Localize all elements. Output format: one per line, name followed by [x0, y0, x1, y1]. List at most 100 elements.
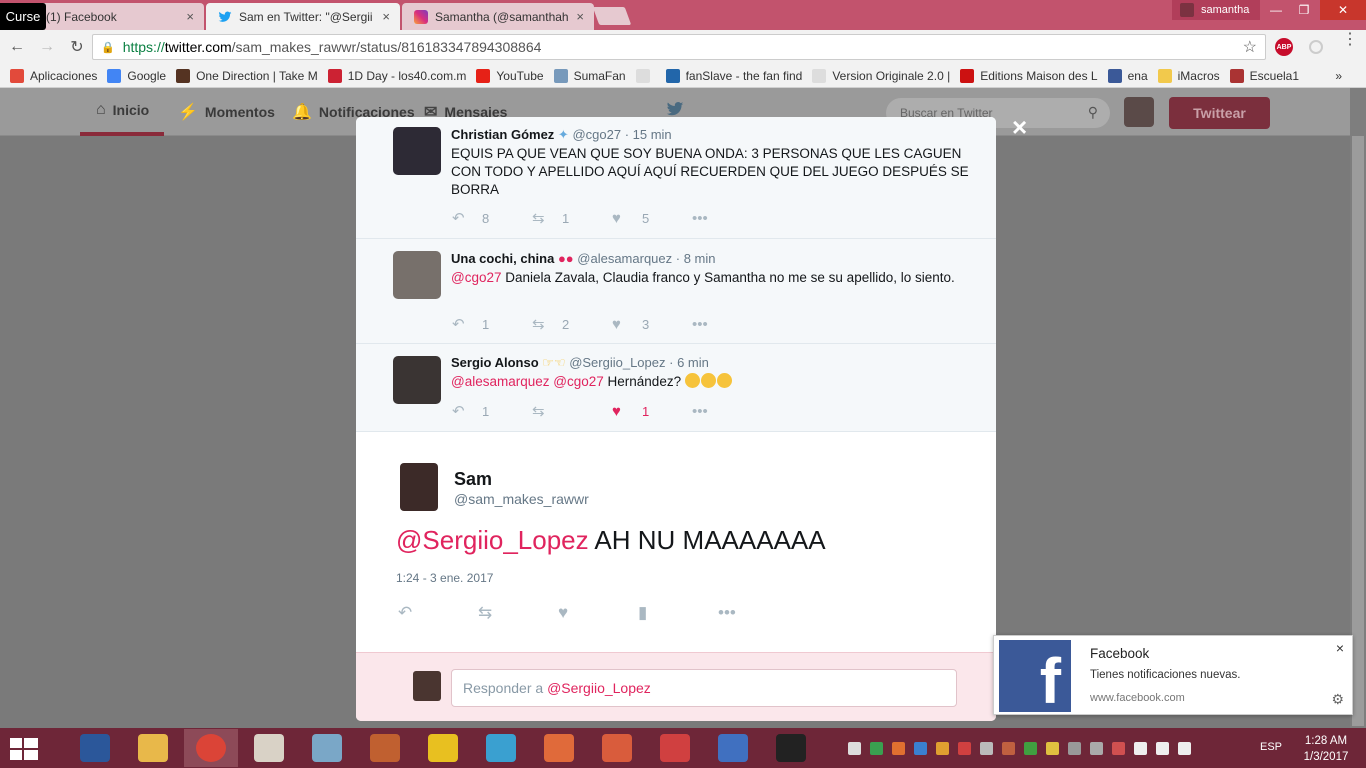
tweet-avatar[interactable]: [393, 356, 441, 404]
tweet-author-handle[interactable]: @alesamarquez: [577, 251, 672, 266]
retweet-button[interactable]: ⇆ 2: [532, 315, 612, 333]
context-tweet[interactable]: Una cochi, china ●● @alesamarquez · 8 mi…: [356, 239, 996, 344]
mention-link[interactable]: @cgo27: [553, 374, 604, 389]
more-button[interactable]: •••: [718, 603, 798, 623]
taskbar-app-blue-icon[interactable]: [474, 729, 528, 767]
taskbar-file-explorer-icon[interactable]: [126, 729, 180, 767]
bookmark-item[interactable]: Version Originale 2.0 |: [812, 68, 950, 83]
chrome-menu-icon[interactable]: ⋮: [1342, 32, 1358, 48]
nav-home[interactable]: ⌂ Inicio: [80, 88, 164, 136]
like-button[interactable]: ♥: [558, 603, 638, 623]
tray-app-icon[interactable]: [980, 741, 993, 755]
context-tweet[interactable]: Sergio Alonso ☞☜ @Sergiio_Lopez · 6 min …: [356, 344, 996, 432]
tweet-time[interactable]: · 15 min: [625, 127, 672, 142]
tweet-time[interactable]: · 6 min: [669, 355, 709, 370]
taskbar-paint-icon[interactable]: [416, 729, 470, 767]
tweet-author-name[interactable]: Christian Gómez: [451, 127, 554, 142]
extension-icon[interactable]: [1309, 40, 1323, 54]
clock[interactable]: 1:28 AM 1/3/2017: [1293, 733, 1359, 765]
new-tab-button[interactable]: [592, 7, 632, 25]
tray-app-icon[interactable]: [936, 741, 949, 755]
bookmark-item[interactable]: Google: [107, 68, 166, 83]
mention-link[interactable]: @alesamarquez: [451, 374, 550, 389]
bookmark-item[interactable]: iMacros: [1157, 68, 1220, 83]
taskbar-sync-icon[interactable]: [706, 729, 760, 767]
bookmark-item[interactable]: YouTube: [476, 68, 544, 83]
taskbar-downloader-icon[interactable]: [648, 729, 702, 767]
bookmark-item[interactable]: Editions Maison des L: [960, 68, 1098, 83]
tray-app-icon[interactable]: [1090, 741, 1103, 755]
tray-app-icon[interactable]: [1068, 741, 1081, 755]
bookmark-item[interactable]: Escuela1: [1229, 68, 1299, 83]
like-button[interactable]: ♥ 1: [612, 403, 692, 420]
bookmarks-overflow-icon[interactable]: »: [1335, 69, 1342, 83]
back-arrow-icon[interactable]: ←: [4, 34, 30, 60]
bookmark-item[interactable]: 1D Day - los40.com.m: [327, 68, 466, 83]
taskbar-app-multi-icon[interactable]: [590, 729, 644, 767]
tray-app-icon[interactable]: [1046, 741, 1059, 755]
keyboard-icon[interactable]: [848, 741, 861, 755]
tab-facebook[interactable]: (1) Facebook ×: [34, 3, 204, 30]
tweet-author-handle[interactable]: @cgo27: [572, 127, 621, 142]
twitter-logo-icon[interactable]: [664, 100, 686, 118]
more-button[interactable]: •••: [692, 403, 772, 420]
retweet-button[interactable]: ⇆: [478, 603, 558, 623]
battery-icon[interactable]: [1178, 741, 1191, 755]
bookmark-item[interactable]: [635, 68, 656, 83]
tab-close-icon[interactable]: ×: [186, 9, 194, 24]
taskbar-app-orange-icon[interactable]: [532, 729, 586, 767]
user-avatar[interactable]: [1124, 97, 1154, 127]
reply-button[interactable]: ↶ 1: [452, 315, 532, 333]
mention-link[interactable]: @cgo27: [451, 270, 502, 285]
analytics-button[interactable]: ▮: [638, 603, 718, 623]
drive-icon[interactable]: [870, 741, 883, 755]
tweet-author-handle[interactable]: @Sergiio_Lopez: [569, 355, 665, 370]
like-button[interactable]: ♥ 3: [612, 316, 692, 333]
search-icon[interactable]: ⚲: [1088, 104, 1098, 121]
tweet-author-name[interactable]: Una cochi, china: [451, 251, 554, 266]
tab-instagram[interactable]: Samantha (@samanthah ×: [402, 3, 594, 30]
reply-button[interactable]: ↶ 1: [452, 402, 532, 420]
retweet-button[interactable]: ⇆ 1: [532, 209, 612, 227]
tray-app-icon[interactable]: [1024, 741, 1037, 755]
profile-button[interactable]: samantha: [1172, 0, 1260, 20]
tweet-author-name[interactable]: Sergio Alonso: [451, 355, 539, 370]
minimize-icon[interactable]: —: [1262, 0, 1290, 20]
nav-moments[interactable]: ⚡ Momentos: [178, 88, 275, 136]
taskbar-chrome-icon[interactable]: [184, 729, 238, 767]
windows-start-icon[interactable]: [10, 738, 38, 760]
taskbar-curse-app-icon[interactable]: [764, 729, 818, 767]
tweet-avatar[interactable]: [393, 127, 441, 175]
more-button[interactable]: •••: [692, 316, 772, 333]
main-tweet-avatar[interactable]: [400, 463, 438, 511]
main-tweet-author-handle[interactable]: @sam_makes_rawwr: [454, 491, 589, 507]
main-tweet-author-name[interactable]: Sam: [454, 469, 492, 490]
context-tweet[interactable]: Christian Gómez ✦ @cgo27 · 15 min EQUIS …: [356, 117, 996, 239]
tab-twitter[interactable]: Sam en Twitter: "@Sergii ×: [206, 3, 400, 30]
modal-close-icon[interactable]: ×: [1012, 114, 1027, 140]
tray-app-icon[interactable]: [914, 741, 927, 755]
notification-close-icon[interactable]: ×: [1336, 640, 1344, 656]
taskbar-popcorn-icon[interactable]: [242, 729, 296, 767]
language-indicator[interactable]: ESP: [1260, 741, 1282, 753]
curse-overlay-label[interactable]: Curse: [0, 3, 46, 30]
tab-close-icon[interactable]: ×: [576, 9, 584, 24]
tab-close-icon[interactable]: ×: [382, 9, 390, 24]
adblock-icon[interactable]: ABP: [1275, 38, 1293, 56]
bookmark-item[interactable]: SumaFan: [553, 68, 626, 83]
retweet-button[interactable]: ⇆: [532, 402, 612, 420]
tray-app-icon[interactable]: [958, 741, 971, 755]
bookmark-item[interactable]: Aplicaciones: [10, 68, 97, 83]
forward-arrow-icon[interactable]: →: [34, 34, 60, 60]
tray-app-icon[interactable]: [1112, 741, 1125, 755]
maximize-icon[interactable]: ❐: [1290, 0, 1318, 20]
reply-button[interactable]: ↶: [398, 603, 478, 623]
reload-icon[interactable]: ↻: [64, 34, 90, 60]
bookmark-item[interactable]: One Direction | Take M: [176, 68, 318, 83]
tweet-button[interactable]: Twittear: [1169, 97, 1270, 129]
bookmark-item[interactable]: fanSlave - the fan find: [665, 68, 802, 83]
bookmark-star-icon[interactable]: ☆: [1243, 37, 1257, 57]
taskbar-people-icon[interactable]: [300, 729, 354, 767]
bookmark-item[interactable]: ena: [1107, 68, 1148, 83]
mention-link[interactable]: @Sergiio_Lopez: [396, 525, 589, 555]
